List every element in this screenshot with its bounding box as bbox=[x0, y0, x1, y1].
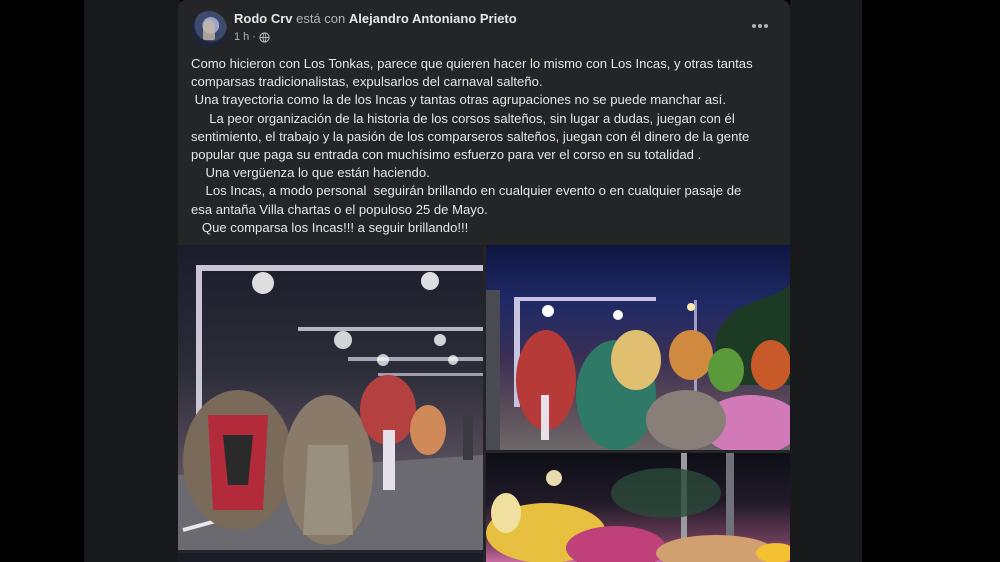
post-body-text: Como hicieron con Los Tonkas, parece que… bbox=[191, 55, 783, 237]
post-text-line: comparsas tradicionalistas, expulsarlos … bbox=[191, 74, 543, 90]
carnival-photo-4[interactable] bbox=[178, 553, 483, 562]
post-text-line: Que comparsa los Incas!!! a seguir brill… bbox=[191, 219, 469, 235]
meta-separator: · bbox=[252, 31, 256, 43]
post-text-line: Como hicieron con Los Tonkas, parece que… bbox=[191, 56, 753, 71]
post-text-line: esa antaña Villa chartas o el populoso 2… bbox=[191, 201, 488, 217]
post-meta: 1 h · bbox=[234, 31, 270, 43]
more-options-icon[interactable] bbox=[748, 14, 772, 38]
post-text-line: La peor organización de la historia de l… bbox=[191, 110, 735, 126]
tagged-person-name[interactable]: Alejandro Antoniano Prieto bbox=[349, 11, 517, 26]
author-avatar[interactable] bbox=[191, 11, 227, 47]
post-timestamp[interactable]: 1 h bbox=[234, 31, 249, 43]
post-text-line: Una vergüenza lo que están haciendo. bbox=[191, 165, 430, 181]
post-header: Rodo Crv está con Alejandro Antoniano Pr… bbox=[234, 11, 517, 26]
with-connector: está con bbox=[296, 11, 346, 26]
right-black-bar bbox=[862, 0, 1000, 562]
globe-icon[interactable] bbox=[259, 31, 270, 43]
post-text-line: Una trayectoria como la de los Incas y t… bbox=[191, 92, 726, 108]
post-text-line: sentimiento, el trabajo y la pasión de l… bbox=[191, 128, 750, 144]
post-text-line: popular que paga su entrada con muchísim… bbox=[191, 147, 702, 163]
post-card: Rodo Crv está con Alejandro Antoniano Pr… bbox=[178, 0, 790, 562]
feed-background-left bbox=[84, 0, 180, 562]
feed-background-right bbox=[790, 0, 862, 562]
carnival-photo-3[interactable] bbox=[486, 453, 790, 562]
carnival-photo-2[interactable] bbox=[486, 245, 790, 450]
post-text-line: Los Incas, a modo personal seguirán bril… bbox=[191, 183, 742, 199]
author-name[interactable]: Rodo Crv bbox=[234, 11, 293, 26]
carnival-photo-1[interactable] bbox=[178, 245, 483, 550]
